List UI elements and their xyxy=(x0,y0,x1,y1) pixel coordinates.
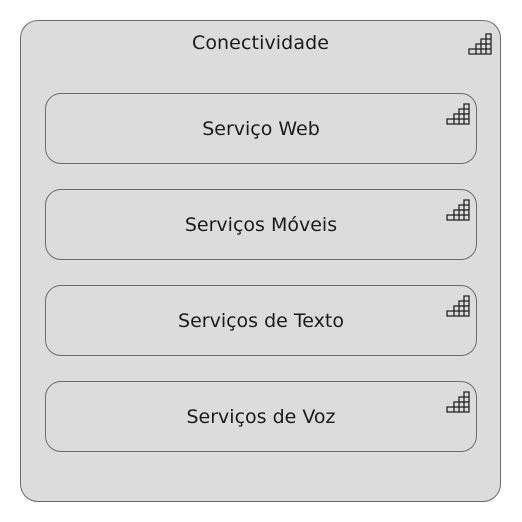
component-label: Serviços de Voz xyxy=(186,405,336,428)
component-servicos-de-voz[interactable]: Serviços de Voz xyxy=(45,381,477,452)
component-label: Serviço Web xyxy=(202,117,320,140)
container-conectividade[interactable]: Conectividade Serviço Web Serviços Móvei… xyxy=(20,20,501,502)
component-servicos-moveis[interactable]: Serviços Móveis xyxy=(45,189,477,260)
component-grid-icon xyxy=(446,199,470,221)
component-grid-icon xyxy=(446,295,470,317)
component-grid-icon xyxy=(446,103,470,125)
component-grid-icon xyxy=(468,33,492,55)
component-servicos-de-texto[interactable]: Serviços de Texto xyxy=(45,285,477,356)
component-servico-web[interactable]: Serviço Web xyxy=(45,93,477,164)
component-grid-icon xyxy=(446,391,470,413)
container-title: Conectividade xyxy=(191,32,330,54)
component-label: Serviços Móveis xyxy=(184,213,338,236)
component-label: Serviços de Texto xyxy=(178,309,344,332)
